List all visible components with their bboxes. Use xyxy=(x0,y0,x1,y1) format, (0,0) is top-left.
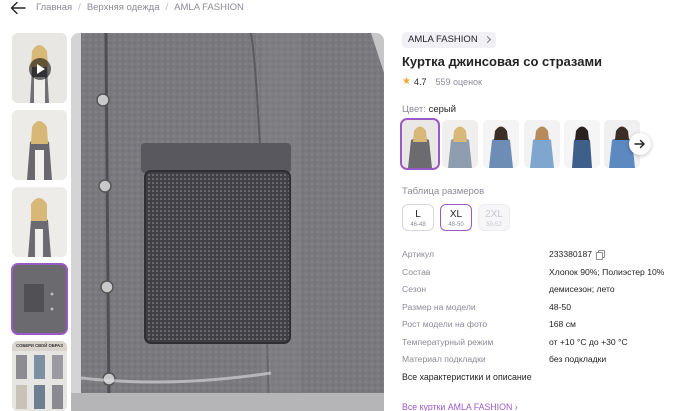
thumbnail-3-image xyxy=(12,187,67,257)
swatch-image-2 xyxy=(442,120,478,168)
color-value: серый xyxy=(428,104,457,115)
size-name: 2XL xyxy=(485,209,503,220)
spec-row-article: Артикул 233380187 xyxy=(402,249,672,263)
rating: ★ 4.7 559 оценок xyxy=(402,76,482,87)
spec-value: 48-50 xyxy=(549,301,571,312)
thumbnail-4-selected[interactable] xyxy=(11,263,68,335)
spec-row-lining: Материал подкладки без подкладки xyxy=(402,354,672,368)
breadcrumb-item-home[interactable]: Главная xyxy=(36,2,72,13)
reviews-link[interactable]: 559 оценок xyxy=(435,77,482,87)
breadcrumb: Главная / Верхняя одежда / AMLA FASHION xyxy=(36,2,244,13)
spec-row-temperature: Температурный режим от +10 °C до +30 °C xyxy=(402,337,672,351)
color-swatch-2[interactable] xyxy=(442,120,478,168)
size-option-l[interactable]: L 46-48 xyxy=(402,204,434,231)
jacket-photo xyxy=(71,33,384,411)
spec-key: Материал подкладки xyxy=(402,354,486,364)
size-name: L xyxy=(415,209,421,220)
spec-value: от +10 °C до +30 °C xyxy=(549,336,628,347)
color-label: Цвет: серый xyxy=(402,104,456,115)
article-number: 233380187 xyxy=(549,249,593,259)
size-range: 50-52 xyxy=(486,222,502,228)
breadcrumb-item-brand[interactable]: AMLA FASHION xyxy=(174,2,244,13)
color-swatch-4[interactable] xyxy=(524,120,560,168)
all-specs-link[interactable]: Все характеристики и описание xyxy=(402,372,532,382)
all-brand-items-link[interactable]: Все куртки AMLA FASHION › xyxy=(402,402,518,411)
size-range: 46-48 xyxy=(410,222,426,228)
arrow-right-icon xyxy=(634,139,645,149)
spec-value: без подкладки xyxy=(549,354,607,364)
back-arrow-icon[interactable] xyxy=(10,1,26,15)
spec-value: демисезон; лето xyxy=(549,284,615,294)
spec-value: 233380187 xyxy=(549,249,606,260)
swatch-image-5 xyxy=(564,120,600,168)
swatch-image-grey xyxy=(402,120,438,168)
star-icon: ★ xyxy=(402,76,411,87)
thumbnail-5-collage[interactable]: СОБЕРИ СВОЙ ОБРАЗ xyxy=(12,341,67,411)
breadcrumb-item-outerwear[interactable]: Верхняя одежда xyxy=(87,2,160,13)
thumbnail-2[interactable] xyxy=(12,110,67,180)
color-label-text: Цвет: xyxy=(402,104,426,115)
breadcrumb-bar: Главная / Верхняя одежда / AMLA FASHION xyxy=(0,0,680,18)
color-swatches xyxy=(400,118,672,170)
chevron-right-icon xyxy=(483,35,491,44)
spec-row-model-size: Размер на модели 48-50 xyxy=(402,302,672,316)
spec-row-composition: Состав Хлопок 90%; Полиэстер 10% xyxy=(402,267,672,281)
size-option-xl[interactable]: XL 48-50 xyxy=(440,204,472,231)
thumbnail-5-image xyxy=(12,341,67,411)
spec-value: 168 см xyxy=(549,319,576,329)
swatch-image-3 xyxy=(483,120,519,168)
size-option-2xl: 2XL 50-52 xyxy=(478,204,510,231)
size-table-link[interactable]: Таблица размеров xyxy=(402,186,484,197)
spec-key: Артикул xyxy=(402,249,435,259)
spec-key: Сезон xyxy=(402,284,427,294)
thumbnail-banner-text: СОБЕРИ СВОЙ ОБРАЗ xyxy=(16,343,63,348)
brand-chip[interactable]: AMLA FASHION xyxy=(402,32,496,48)
thumbnail-video[interactable] xyxy=(12,33,67,103)
spec-row-season: Сезон демисезон; лето xyxy=(402,284,672,298)
spec-key: Состав xyxy=(402,266,431,277)
spec-key: Рост модели на фото xyxy=(402,319,488,329)
swatches-next-button[interactable] xyxy=(629,133,651,155)
product-title: Куртка джинсовая со стразами xyxy=(402,54,603,69)
spec-key: Температурный режим xyxy=(402,336,494,347)
spec-row-model-height: Рост модели на фото 168 см xyxy=(402,319,672,333)
thumbnail-2-image xyxy=(12,110,67,180)
main-product-image[interactable] xyxy=(71,33,384,411)
brand-name: AMLA FASHION xyxy=(408,34,478,45)
spec-key: Размер на модели xyxy=(402,301,476,312)
breadcrumb-separator: / xyxy=(165,2,169,13)
size-name: XL xyxy=(449,209,463,220)
color-swatch-5[interactable] xyxy=(564,120,600,168)
spec-value: Хлопок 90%; Полиэстер 10% xyxy=(549,266,665,277)
play-icon[interactable] xyxy=(29,58,51,80)
rating-value: 4.7 xyxy=(413,76,427,87)
color-swatch-3[interactable] xyxy=(483,120,519,168)
size-range: 48-50 xyxy=(448,222,464,228)
color-swatch-grey[interactable] xyxy=(400,118,440,170)
thumbnail-4-image xyxy=(12,264,67,334)
swatch-image-4 xyxy=(524,120,560,168)
breadcrumb-separator: / xyxy=(78,2,81,13)
copy-icon[interactable] xyxy=(596,250,606,260)
thumbnail-3[interactable] xyxy=(12,187,67,257)
